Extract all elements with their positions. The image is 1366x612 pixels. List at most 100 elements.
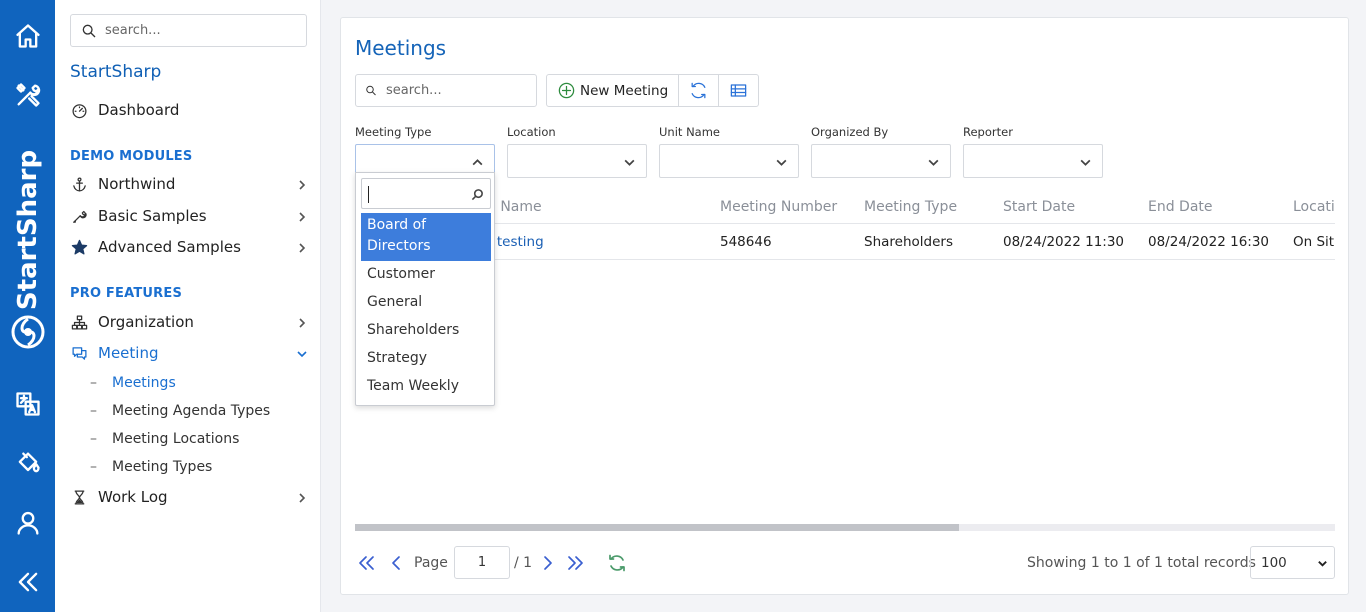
scrollbar-thumb[interactable] <box>355 524 959 531</box>
dropdown-option-strategy[interactable]: Strategy <box>361 350 491 366</box>
cell-location: On Sit <box>1293 234 1335 250</box>
cell-end-date: 08/24/2022 16:30 <box>1148 234 1270 250</box>
sidebar-item-label: Dashboard <box>98 101 180 119</box>
table-columns-icon <box>730 84 747 97</box>
page-number-input[interactable] <box>454 546 510 579</box>
column-header-location[interactable]: Locati <box>1293 199 1335 215</box>
cell-meeting-number: 548646 <box>720 234 772 250</box>
grid-search[interactable] <box>355 74 537 107</box>
reload-icon[interactable] <box>607 553 627 573</box>
text-caret <box>368 186 369 203</box>
search-icon <box>471 189 483 201</box>
first-page-icon[interactable] <box>357 553 377 573</box>
sidebar-item-label: Meeting <box>98 344 159 362</box>
chevron-down-icon <box>624 159 635 166</box>
search-icon <box>82 24 96 37</box>
brand-swirl-icon <box>11 315 45 349</box>
filter-label-reporter: Reporter <box>963 125 1013 139</box>
chevron-down-icon <box>776 159 787 166</box>
icon-rail: StartSharp <box>0 0 55 612</box>
chevron-up-icon <box>472 159 483 166</box>
sidebar-item-meeting[interactable]: Meeting <box>70 340 310 366</box>
chevron-right-icon <box>296 490 308 503</box>
page-size-value: 100 <box>1261 555 1287 571</box>
dropdown-option-general[interactable]: General <box>361 294 491 310</box>
sidebar-subitem-meeting-agenda-types[interactable]: – Meeting Agenda Types <box>90 403 270 419</box>
sidebar-search[interactable] <box>70 14 307 47</box>
column-header-meeting-type[interactable]: Meeting Type <box>864 199 957 215</box>
horizontal-scrollbar[interactable] <box>355 524 1335 531</box>
chevron-down-icon <box>928 159 939 166</box>
new-meeting-button[interactable]: New Meeting <box>547 75 680 106</box>
column-header-meeting-name[interactable]: g Name <box>487 199 542 215</box>
sidebar-item-work-log[interactable]: Work Log <box>70 484 310 510</box>
chevron-down-icon <box>296 346 308 358</box>
filter-label-location: Location <box>507 125 556 139</box>
chevron-down-icon <box>1080 159 1091 166</box>
page-size-select[interactable]: 100 <box>1250 546 1335 579</box>
translate-icon[interactable] <box>0 382 55 426</box>
sidebar-search-input[interactable] <box>105 23 295 38</box>
anchor-icon <box>70 175 88 193</box>
dash-marker: – <box>90 375 97 391</box>
table-row[interactable]: r testing 548646 Shareholders 08/24/2022… <box>355 224 1335 260</box>
organized-by-select[interactable] <box>811 144 951 178</box>
tools-icon[interactable] <box>0 73 55 117</box>
chevron-right-icon <box>296 209 308 222</box>
grid-toolbar: New Meeting <box>546 74 760 107</box>
sidebar-item-basic-samples[interactable]: Basic Samples <box>70 203 310 229</box>
filter-label-unit-name: Unit Name <box>659 125 720 139</box>
column-header-start-date[interactable]: Start Date <box>1003 199 1075 215</box>
sidebar-item-label: Basic Samples <box>98 207 207 225</box>
org-chart-icon <box>70 313 88 331</box>
sidebar-subitem-meetings[interactable]: – Meetings <box>90 375 176 391</box>
sidebar-item-label: Organization <box>98 313 194 331</box>
sidebar-subitem-label: Meeting Agenda Types <box>112 403 271 419</box>
sidebar-item-dashboard[interactable]: Dashboard <box>70 97 310 123</box>
brand-logo: StartSharp <box>7 150 49 360</box>
section-demo-modules: DEMO MODULES <box>70 149 193 164</box>
dropdown-option-board-of-directors[interactable]: Board of Directors <box>361 213 491 261</box>
last-page-icon[interactable] <box>565 553 585 573</box>
sidebar-item-organization[interactable]: Organization <box>70 309 310 335</box>
column-header-meeting-number[interactable]: Meeting Number <box>720 199 837 215</box>
dropdown-option-shareholders[interactable]: Shareholders <box>361 322 491 338</box>
dropdown-option-customer[interactable]: Customer <box>361 266 491 282</box>
dropdown-search-input[interactable] <box>361 178 491 209</box>
refresh-button[interactable] <box>679 75 720 106</box>
dropdown-option-team-weekly[interactable]: Team Weekly <box>361 378 491 394</box>
home-icon[interactable] <box>0 14 55 58</box>
column-picker-button[interactable] <box>719 75 758 106</box>
sidebar-subitem-meeting-locations[interactable]: – Meeting Locations <box>90 431 239 447</box>
filter-label-organized-by: Organized By <box>811 125 889 139</box>
hourglass-icon <box>70 488 88 506</box>
refresh-icon <box>691 82 706 99</box>
column-header-end-date[interactable]: End Date <box>1148 199 1213 215</box>
app-title[interactable]: StartSharp <box>70 62 161 82</box>
chevron-right-icon <box>296 240 308 253</box>
records-status: Showing 1 to 1 of 1 total records <box>1027 555 1256 571</box>
cell-meeting-name-link[interactable]: r testing <box>487 234 544 250</box>
sidebar-item-advanced-samples[interactable]: Advanced Samples <box>70 234 310 260</box>
sidebar-subitem-label: Meeting Locations <box>112 431 240 447</box>
grid-search-input[interactable] <box>386 83 536 98</box>
collapse-icon[interactable] <box>0 560 55 604</box>
user-icon[interactable] <box>0 501 55 545</box>
prev-page-icon[interactable] <box>386 553 406 573</box>
location-select[interactable] <box>507 144 647 178</box>
unit-name-select[interactable] <box>659 144 799 178</box>
next-page-icon[interactable] <box>538 553 558 573</box>
section-pro-features: PRO FEATURES <box>70 286 183 301</box>
dash-marker: – <box>90 459 97 475</box>
sidebar: StartSharp Dashboard DEMO MODULES Northw… <box>55 0 321 612</box>
paint-bucket-icon[interactable] <box>0 441 55 485</box>
wrench-icon <box>70 207 88 225</box>
reporter-select[interactable] <box>963 144 1103 178</box>
sidebar-item-northwind[interactable]: Northwind <box>70 171 310 197</box>
page-title: Meetings <box>355 36 447 60</box>
sidebar-subitem-meeting-types[interactable]: – Meeting Types <box>90 459 212 475</box>
add-circle-icon <box>558 82 575 99</box>
page-label: Page <box>414 555 448 571</box>
dash-marker: – <box>90 403 97 419</box>
chevron-right-icon <box>296 177 308 190</box>
